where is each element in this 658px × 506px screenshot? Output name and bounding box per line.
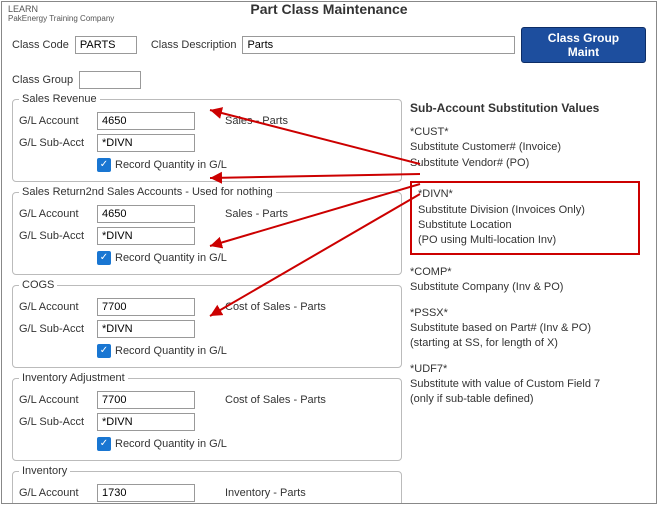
cogs-record-qty-label: Record Quantity in G/L xyxy=(115,345,227,357)
sales-revenue-section: Sales Revenue G/L Account Sales - Parts … xyxy=(12,93,402,182)
sales-gl-account[interactable] xyxy=(97,112,195,130)
inv-gl-account[interactable] xyxy=(97,484,195,502)
gl-subacct-label: G/L Sub-Acct xyxy=(19,230,97,242)
invadj-record-qty-checkbox[interactable]: ✓ xyxy=(97,437,111,451)
gl-subacct-label: G/L Sub-Acct xyxy=(19,323,97,335)
class-desc-input[interactable] xyxy=(242,36,514,54)
class-group-label: Class Group xyxy=(12,74,73,86)
inv-desc: Inventory - Parts xyxy=(225,487,306,499)
sales-record-qty-label: Record Quantity in G/L xyxy=(115,159,227,171)
cogs-record-qty-checkbox[interactable]: ✓ xyxy=(97,344,111,358)
invadj-record-qty-label: Record Quantity in G/L xyxy=(115,438,227,450)
returns-record-qty-checkbox[interactable]: ✓ xyxy=(97,251,111,265)
class-code-input[interactable] xyxy=(75,36,137,54)
returns-desc: Sales - Parts xyxy=(225,208,288,220)
gl-subacct-label: G/L Sub-Acct xyxy=(19,137,97,149)
returns-legend: Sales Return2nd Sales Accounts - Used fo… xyxy=(19,186,276,198)
gl-account-label: G/L Account xyxy=(19,115,97,127)
inventory-adjustment-section: Inventory Adjustment G/L Account Cost of… xyxy=(12,372,402,461)
sub-udf7: *UDF7* Substitute with value of Custom F… xyxy=(410,362,640,408)
cogs-gl-subacct[interactable] xyxy=(97,320,195,338)
returns-gl-subacct[interactable] xyxy=(97,227,195,245)
cogs-section: COGS G/L Account Cost of Sales - Parts G… xyxy=(12,279,402,368)
cogs-desc: Cost of Sales - Parts xyxy=(225,301,326,313)
invadj-legend: Inventory Adjustment xyxy=(19,372,128,384)
gl-account-label: G/L Account xyxy=(19,394,97,406)
sub-divn: *DIVN* Substitute Division (Invoices Onl… xyxy=(410,181,640,255)
sales-desc: Sales - Parts xyxy=(225,115,288,127)
sidebar-title: Sub-Account Substitution Values xyxy=(410,101,640,115)
class-desc-label: Class Description xyxy=(151,39,237,51)
gl-account-label: G/L Account xyxy=(19,208,97,220)
inv-legend: Inventory xyxy=(19,465,70,477)
invadj-gl-subacct[interactable] xyxy=(97,413,195,431)
invadj-gl-account[interactable] xyxy=(97,391,195,409)
invadj-desc: Cost of Sales - Parts xyxy=(225,394,326,406)
returns-record-qty-label: Record Quantity in G/L xyxy=(115,252,227,264)
sub-cust: *CUST* Substitute Customer# (Invoice) Su… xyxy=(410,125,640,171)
sub-comp: *COMP* Substitute Company (Inv & PO) xyxy=(410,265,640,296)
class-group-input[interactable] xyxy=(79,71,141,89)
sales-legend: Sales Revenue xyxy=(19,93,100,105)
sales-gl-subacct[interactable] xyxy=(97,134,195,152)
class-code-label: Class Code xyxy=(12,39,69,51)
cogs-gl-account[interactable] xyxy=(97,298,195,316)
inventory-section: Inventory G/L Account Inventory - Parts … xyxy=(12,465,402,504)
gl-subacct-label: G/L Sub-Acct xyxy=(19,416,97,428)
class-group-maint-button[interactable]: Class Group Maint xyxy=(521,27,646,63)
cogs-legend: COGS xyxy=(19,279,57,291)
sales-record-qty-checkbox[interactable]: ✓ xyxy=(97,158,111,172)
sub-pssx: *PSSX* Substitute based on Part# (Inv & … xyxy=(410,306,640,352)
sales-return-section: Sales Return2nd Sales Accounts - Used fo… xyxy=(12,186,402,275)
gl-account-label: G/L Account xyxy=(19,301,97,313)
gl-account-label: G/L Account xyxy=(19,487,97,499)
returns-gl-account[interactable] xyxy=(97,205,195,223)
